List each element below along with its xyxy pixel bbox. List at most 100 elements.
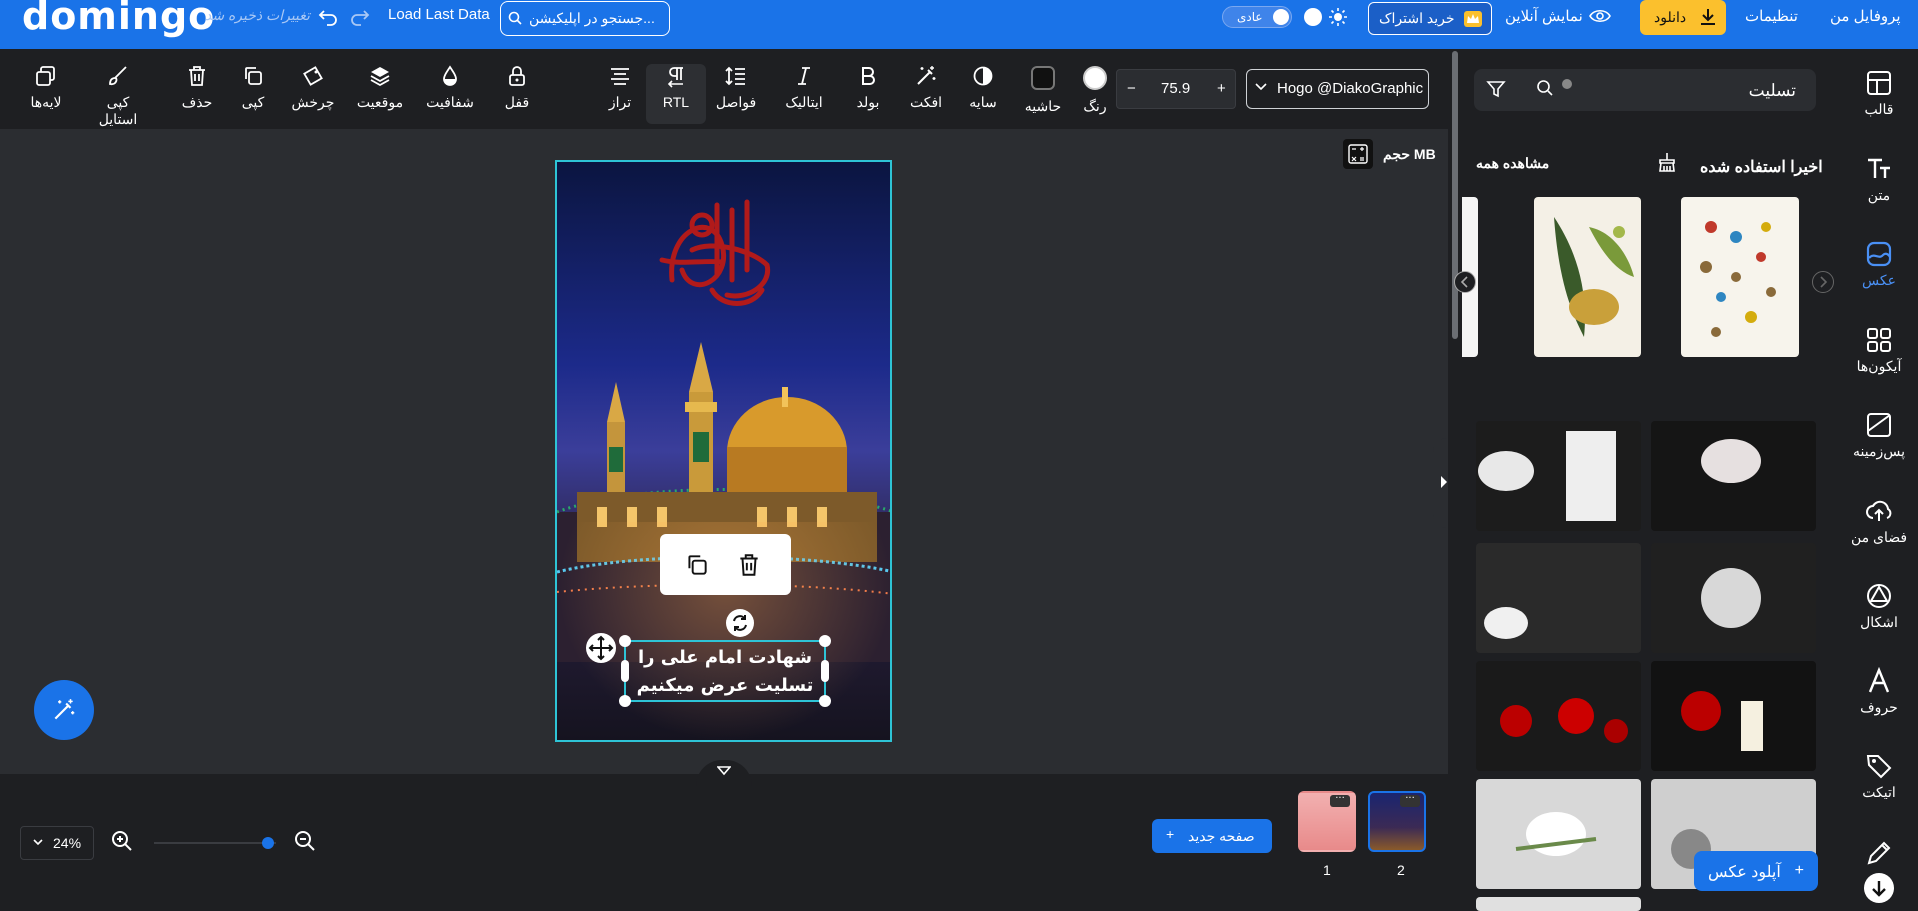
photo-roses-candles[interactable] (1476, 661, 1641, 771)
border-button[interactable]: حاشیه (1013, 64, 1073, 124)
zoom-out-icon[interactable] (293, 829, 317, 853)
trash-icon (185, 64, 209, 88)
slider-thumb[interactable] (262, 837, 274, 849)
text-line-2[interactable]: تسلیت عرض میکنیم (626, 672, 824, 700)
see-all-link[interactable]: مشاهده همه (1476, 155, 1549, 172)
theme-toggle[interactable]: عادی (1222, 6, 1292, 28)
load-last-data-button[interactable]: Load Last Data (388, 6, 490, 23)
text-line-1[interactable]: شهادت امام علی را (626, 644, 824, 672)
rail-item-my-space[interactable]: فضای من (1840, 497, 1918, 546)
download-button[interactable]: دانلود (1640, 0, 1726, 35)
lock-button[interactable]: قفل (487, 64, 547, 124)
resize-handle[interactable] (821, 660, 829, 682)
plus-icon[interactable]: + (1217, 80, 1226, 97)
calculator-icon[interactable] (1343, 139, 1373, 169)
rail-item-templates[interactable]: قالب (1840, 69, 1918, 118)
zoom-in-icon[interactable] (110, 829, 134, 853)
italic-icon (792, 64, 816, 88)
photo-lily-dark[interactable] (1651, 421, 1816, 531)
position-button[interactable]: موقعیت (350, 64, 410, 124)
bold-button[interactable]: بولد (838, 64, 898, 124)
rail-item-text[interactable]: متن (1840, 155, 1918, 204)
clear-history-icon[interactable] (1656, 151, 1678, 173)
effect-button[interactable]: افکت (896, 64, 956, 124)
shadow-label: سایه (969, 94, 997, 110)
italic-button[interactable]: ایتالیک (774, 64, 834, 124)
delete-button[interactable]: حذف (167, 64, 227, 124)
resize-handle[interactable] (619, 695, 631, 707)
clear-icon[interactable] (1562, 79, 1572, 89)
resize-handle[interactable] (819, 635, 831, 647)
resize-handle[interactable] (621, 660, 629, 682)
rotate-button[interactable]: چرخش (283, 64, 343, 124)
new-page-button[interactable]: + صفحه جدید (1152, 819, 1272, 853)
rail-item-background[interactable]: پس‌زمینه (1840, 411, 1918, 460)
rail-item-stickers[interactable]: اتیکت (1840, 752, 1918, 801)
page-thumbnail-2[interactable]: ··· (1368, 791, 1426, 852)
photo-rose-candle[interactable] (1651, 661, 1816, 771)
image-icon (1865, 240, 1893, 268)
chevron-down-icon (33, 838, 43, 846)
copy-button[interactable]: کپی (223, 64, 283, 124)
duplicate-icon[interactable] (684, 552, 710, 578)
top-bar: domingo تغییرات ذخیره شد Load Last Data … (0, 0, 1918, 49)
profile-link[interactable]: پروفایل من (1830, 7, 1901, 25)
font-size-stepper[interactable]: − 75.9 + (1116, 69, 1236, 109)
design-page[interactable]: شهادت امام علی را تسلیت عرض میکنیم (555, 160, 892, 742)
copy-style-button[interactable]: کپی استایل (88, 64, 148, 127)
recent-image-birds-chart[interactable] (1681, 197, 1799, 357)
more-icon[interactable]: ··· (1330, 794, 1350, 807)
rail-item-shapes[interactable]: اشکال (1840, 582, 1918, 631)
settings-link[interactable]: تنظیمات (1745, 7, 1798, 25)
shadow-button[interactable]: سایه (953, 64, 1013, 124)
rotate-handle-icon[interactable] (726, 609, 754, 637)
rail-item-icons[interactable]: آیکون‌ها (1840, 326, 1918, 375)
subscribe-button[interactable]: خرید اشتراک (1368, 2, 1492, 35)
resize-handle[interactable] (619, 635, 631, 647)
photo-white-lily[interactable] (1476, 779, 1641, 889)
undo-icon[interactable] (318, 6, 338, 26)
app-search-input[interactable]: جستجو در اپلیکیشن... (500, 1, 670, 36)
size-label: حجم MB (1383, 146, 1436, 162)
sun-icon[interactable] (1328, 7, 1348, 27)
zoom-slider[interactable] (154, 837, 276, 849)
logo[interactable]: domingo (22, 0, 215, 35)
redo-icon[interactable] (350, 6, 370, 26)
selected-text-box[interactable]: شهادت امام علی را تسلیت عرض میکنیم (619, 635, 831, 707)
font-size-value[interactable]: 75.9 (1161, 80, 1190, 97)
opacity-button[interactable]: شفافیت (420, 64, 480, 124)
rail-item-draw[interactable] (1840, 839, 1918, 871)
photo-lilies-card[interactable] (1476, 421, 1641, 531)
dark-mode-dot[interactable] (1304, 8, 1322, 26)
recent-image-parrots[interactable] (1534, 197, 1641, 357)
font-family-select[interactable]: Hogo @DiakoGraphic (1246, 69, 1429, 109)
upload-photo-button[interactable]: آپلود عکس + (1694, 851, 1818, 891)
photo-lily-grey[interactable] (1476, 543, 1641, 653)
canvas-area: حجم MB شهادت امام علی را تسلیت عرض میکنی… (0, 129, 1448, 774)
scrollbar-thumb[interactable] (1452, 51, 1458, 339)
rail-item-photos[interactable]: عکس (1840, 228, 1918, 306)
panel-search-input[interactable]: تسلیت (1474, 69, 1816, 111)
rtl-button[interactable]: RTL (646, 64, 706, 124)
online-preview-button[interactable]: نمایش آنلاین (1505, 7, 1611, 25)
trash-icon[interactable] (736, 552, 762, 578)
recent-title: اخیرا استفاده شده (1700, 159, 1823, 176)
spacing-button[interactable]: فواصل (706, 64, 766, 124)
ai-magic-button[interactable] (34, 680, 94, 740)
page-thumbnail-1[interactable]: ··· (1298, 791, 1356, 852)
carousel-next-icon[interactable] (1454, 271, 1476, 293)
scroll-down-icon[interactable] (1864, 873, 1894, 903)
zoom-select[interactable]: 24% (20, 826, 94, 860)
align-button[interactable]: تراز (590, 64, 650, 124)
filter-icon[interactable] (1486, 79, 1506, 99)
photo-partial[interactable] (1476, 897, 1641, 911)
minus-icon[interactable]: − (1127, 80, 1136, 97)
move-handle-icon[interactable] (586, 633, 616, 663)
photo-gladiolus[interactable] (1651, 543, 1816, 653)
rail-item-letters[interactable]: حروف (1840, 667, 1918, 716)
layers-button[interactable]: لایه‌ها (16, 64, 76, 124)
carousel-prev-icon[interactable] (1812, 271, 1834, 293)
scrollbar[interactable] (1448, 49, 1462, 911)
more-icon[interactable]: ··· (1400, 794, 1420, 807)
resize-handle[interactable] (819, 695, 831, 707)
